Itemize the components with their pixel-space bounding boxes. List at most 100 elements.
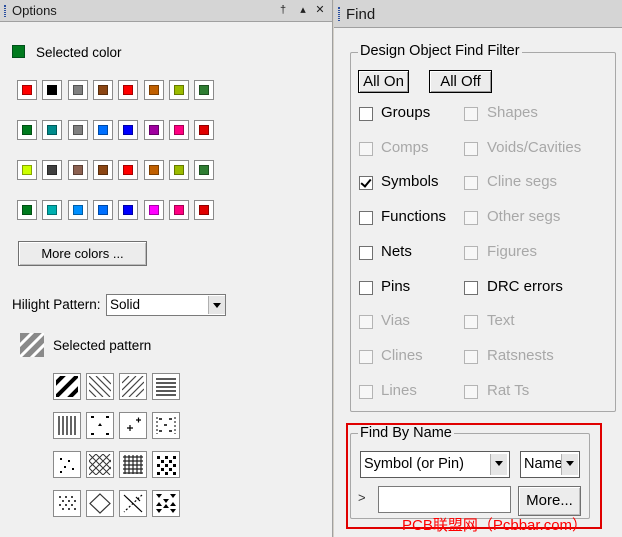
color-swatch[interactable] [68,200,88,220]
color-swatch[interactable] [68,120,88,140]
filter-label-clines: Clines [381,347,423,364]
filter-checkbox-functions[interactable] [359,211,373,225]
color-swatch[interactable] [169,80,189,100]
color-swatch-fill [22,205,32,215]
filter-checkbox-pins[interactable] [359,281,373,295]
all-on-button[interactable]: All On [358,70,409,93]
selected-color-label: Selected color [36,45,122,60]
pattern-checker-diamond[interactable] [152,490,180,517]
filter-checkbox-symbols[interactable] [359,176,373,190]
hilight-pattern-label: Hilight Pattern: [12,297,101,312]
filter-checkbox-rat-ts [464,385,478,399]
chevron-down-icon[interactable] [561,454,578,475]
more-colors-button[interactable]: More colors ... [18,241,147,266]
pattern-diamond-icon [89,493,111,514]
color-swatch[interactable] [144,80,164,100]
hilight-pattern-select[interactable]: Solid [106,294,226,316]
color-swatch[interactable] [93,80,113,100]
filter-checkbox-lines [359,385,373,399]
pattern-sparse-dots[interactable] [53,451,81,478]
chevron-down-icon[interactable] [490,454,507,475]
color-swatch[interactable] [17,80,37,100]
pattern-dashes[interactable] [152,412,180,439]
color-swatch[interactable] [169,200,189,220]
pattern-plus[interactable] [119,412,147,439]
pattern-horizontal-icon [156,378,176,396]
filter-checkbox-other-segs [464,211,478,225]
filter-checkbox-groups[interactable] [359,107,373,121]
color-swatch[interactable] [93,120,113,140]
color-swatch[interactable] [93,160,113,180]
color-swatch[interactable] [17,120,37,140]
filter-label-nets: Nets [381,243,412,260]
color-swatch[interactable] [118,200,138,220]
filter-label-symbols: Symbols [381,173,439,190]
pin-icon[interactable]: † [276,3,290,17]
pattern-corner-dots-icon [91,416,109,435]
pattern-grid[interactable] [119,451,147,478]
color-swatch-fill [123,85,133,95]
color-swatch[interactable] [144,200,164,220]
filter-checkbox-comps [359,142,373,156]
pattern-horizontal[interactable] [152,373,180,400]
drag-grip-icon[interactable] [338,7,340,21]
color-swatch[interactable] [118,160,138,180]
color-swatch[interactable] [194,120,214,140]
color-swatch-fill [149,125,159,135]
object-type-select[interactable]: Symbol (or Pin) [360,451,510,478]
drag-grip-icon[interactable] [4,5,6,17]
pattern-crosshatch-diagonal[interactable] [86,451,114,478]
color-swatch-fill [199,85,209,95]
color-swatch-fill [98,205,108,215]
pattern-diamond[interactable] [86,490,114,517]
color-swatch-fill [123,205,133,215]
color-swatch[interactable] [194,80,214,100]
color-swatch[interactable] [42,160,62,180]
find-title: Find [346,6,376,23]
name-mode-select[interactable]: Name [520,451,580,478]
color-swatch[interactable] [68,160,88,180]
color-swatch[interactable] [68,80,88,100]
pattern-thick-diagonal-icon [56,376,78,397]
color-swatch[interactable] [169,120,189,140]
color-swatch[interactable] [144,160,164,180]
color-swatch[interactable] [42,200,62,220]
pattern-vertical[interactable] [53,412,81,439]
filter-label-comps: Comps [381,139,429,156]
color-swatch[interactable] [17,160,37,180]
color-swatch-fill [22,125,32,135]
color-swatch[interactable] [169,160,189,180]
color-swatch[interactable] [118,80,138,100]
color-swatch-fill [73,125,83,135]
pattern-corner-dots[interactable] [86,412,114,439]
selected-pattern-icon [20,333,44,357]
collapse-icon[interactable]: ▴ [296,3,310,17]
color-swatch[interactable] [194,200,214,220]
filter-checkbox-drc-errors[interactable] [464,281,478,295]
color-swatch[interactable] [42,80,62,100]
filter-label-drc-errors: DRC errors [487,278,563,295]
pattern-fine-dots[interactable] [53,490,81,517]
pattern-diagonal[interactable] [119,373,147,400]
color-swatch[interactable] [118,120,138,140]
color-swatch[interactable] [42,120,62,140]
pattern-thick-diagonal[interactable] [53,373,81,400]
pattern-back-diagonal[interactable] [86,373,114,400]
color-swatch[interactable] [17,200,37,220]
color-swatch[interactable] [144,120,164,140]
pattern-dense-dots-icon [157,456,176,475]
pattern-dense-dots[interactable] [152,451,180,478]
color-swatch[interactable] [93,200,113,220]
color-swatch[interactable] [194,160,214,180]
pattern-x-dots[interactable] [119,490,147,517]
chevron-down-icon[interactable] [208,296,225,314]
all-off-button[interactable]: All Off [429,70,492,93]
filter-checkbox-nets[interactable] [359,246,373,260]
name-input[interactable] [378,486,511,513]
options-titlebar[interactable]: Options † ▴ ✕ [0,0,332,22]
close-icon[interactable]: ✕ [313,3,327,17]
find-titlebar[interactable]: Find [334,0,622,28]
filter-checkbox-text [464,315,478,329]
color-swatch-fill [174,205,184,215]
more-button[interactable]: More... [518,486,581,516]
